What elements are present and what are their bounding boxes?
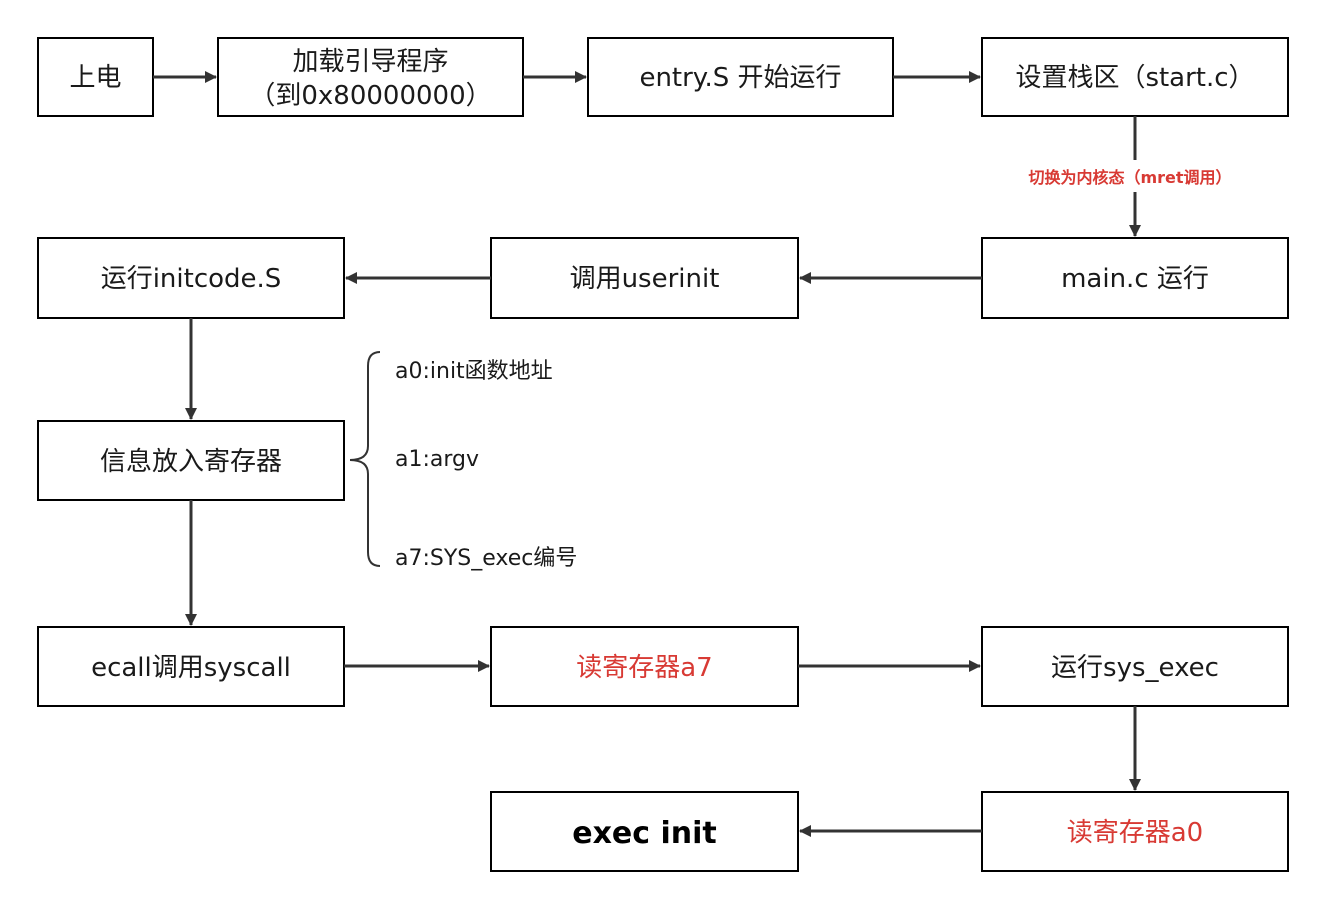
- register-note-brace: [349, 351, 381, 567]
- node-set-stack-label: 设置栈区（start.c）: [1015, 63, 1254, 93]
- node-call-userinit-label: 调用userinit: [570, 264, 720, 294]
- node-entry-start-label: entry.S 开始运行: [639, 63, 841, 93]
- note-a1: a1:argv: [395, 447, 479, 472]
- node-main-run-label: main.c 运行: [1061, 264, 1209, 294]
- node-run-sys-exec: 运行sys_exec: [981, 626, 1289, 707]
- node-load-bootloader: 加载引导程序 （到0x80000000）: [217, 37, 524, 117]
- node-run-initcode-label: 运行initcode.S: [101, 264, 282, 294]
- node-main-run: main.c 运行: [981, 237, 1289, 319]
- node-power-on: 上电: [37, 37, 154, 117]
- note-a0: a0:init函数地址: [395, 359, 553, 384]
- node-ecall: ecall调用syscall: [37, 626, 345, 707]
- node-read-a7-label: 读寄存器a7: [576, 653, 712, 683]
- node-regs-store-label: 信息放入寄存器: [100, 447, 282, 477]
- node-regs-store: 信息放入寄存器: [37, 420, 345, 501]
- node-read-a7: 读寄存器a7: [490, 626, 799, 707]
- node-exec-init-label: exec init: [572, 816, 717, 851]
- node-exec-init: exec init: [490, 791, 799, 872]
- node-ecall-label: ecall调用syscall: [91, 653, 291, 683]
- edge-label-kernel-mode: 切换为内核态（mret调用）: [1028, 168, 1231, 187]
- node-call-userinit: 调用userinit: [490, 237, 799, 319]
- node-run-initcode: 运行initcode.S: [37, 237, 345, 319]
- node-load-bootloader-line1: 加载引导程序: [292, 47, 448, 77]
- node-run-sys-exec-label: 运行sys_exec: [1051, 653, 1219, 683]
- node-read-a0: 读寄存器a0: [981, 791, 1289, 872]
- node-set-stack: 设置栈区（start.c）: [981, 37, 1289, 117]
- node-read-a0-label: 读寄存器a0: [1067, 818, 1203, 848]
- node-load-bootloader-line2: （到0x80000000）: [249, 81, 491, 111]
- node-entry-start: entry.S 开始运行: [587, 37, 894, 117]
- node-power-on-label: 上电: [69, 63, 121, 93]
- boot-flow-diagram: 上电 加载引导程序 （到0x80000000） entry.S 开始运行 设置栈…: [37, 37, 1289, 872]
- note-a7: a7:SYS_exec编号: [395, 546, 577, 571]
